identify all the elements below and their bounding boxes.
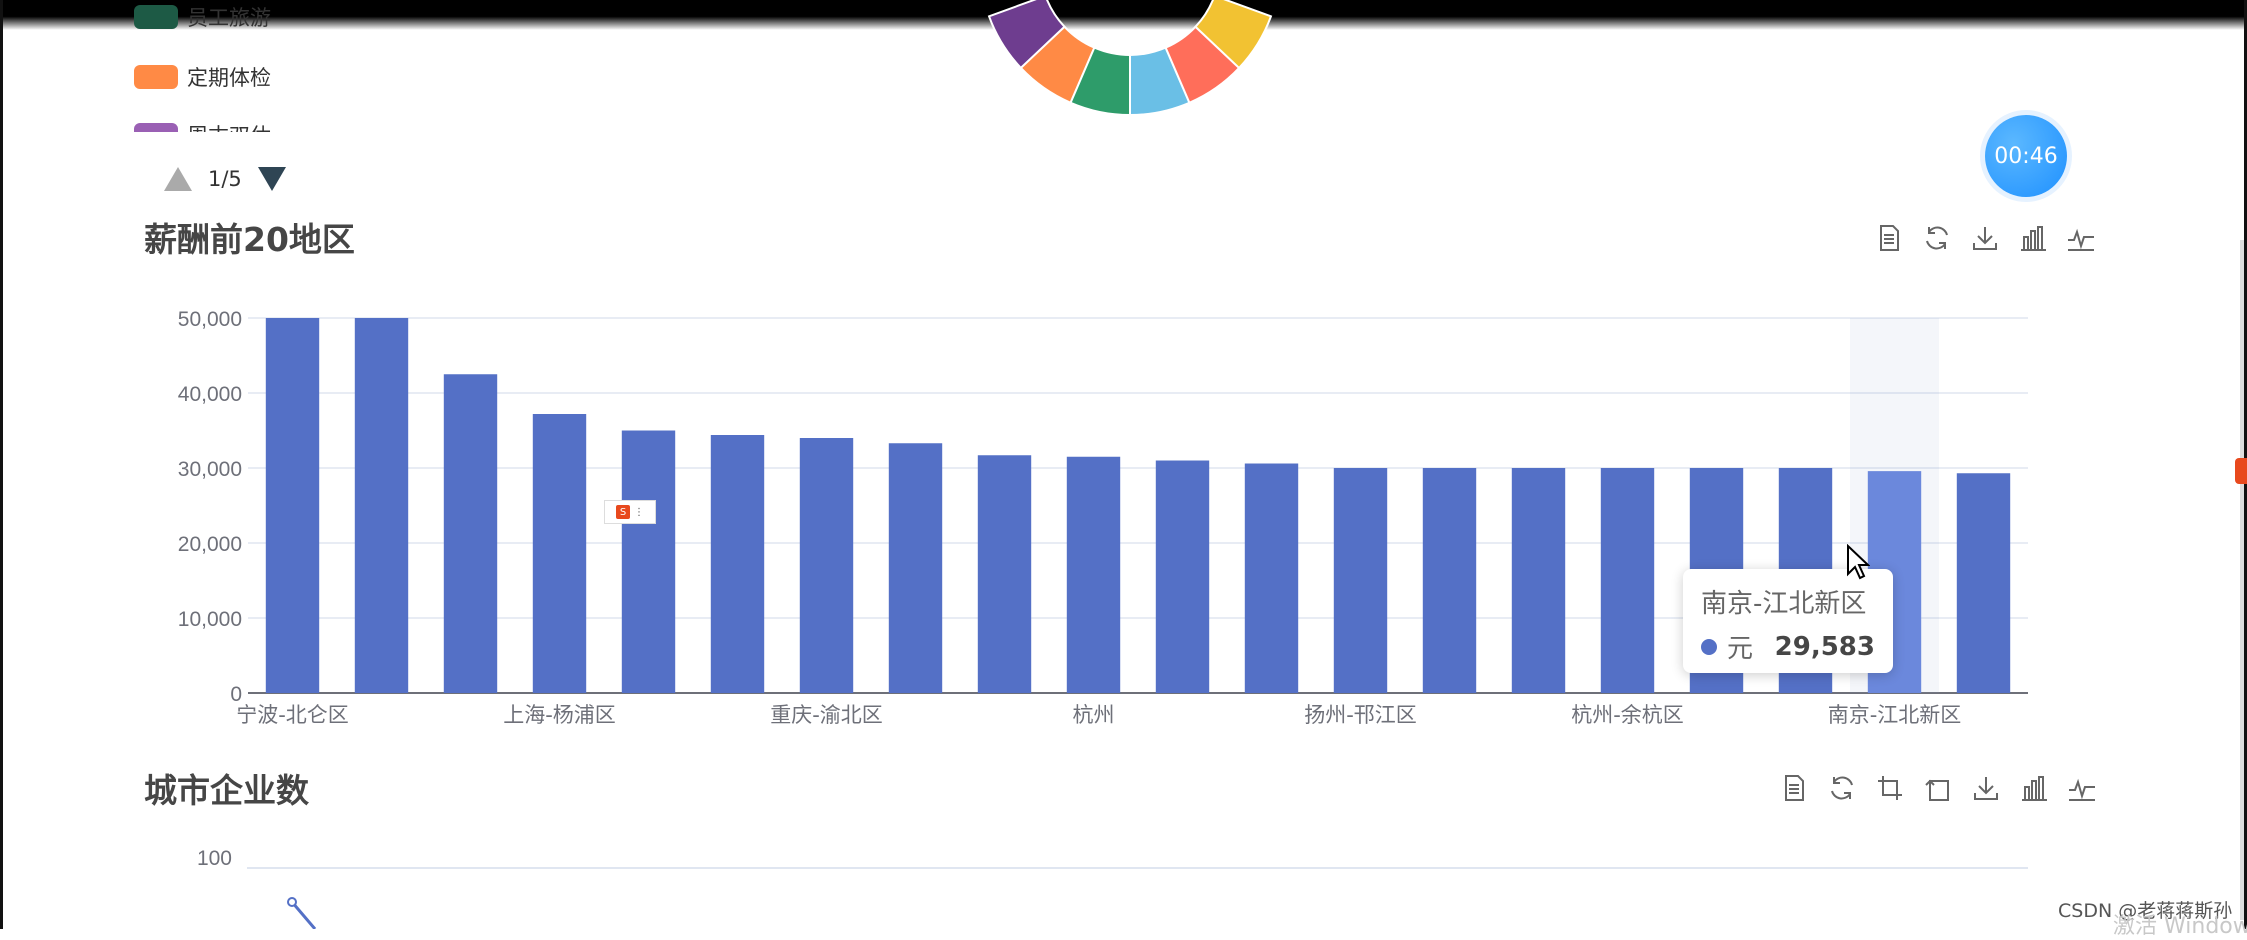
zoom-icon[interactable] <box>1875 773 1905 803</box>
donut-chart <box>987 0 1273 117</box>
x-tick-label: 杭州 <box>1073 703 1115 727</box>
ime-dots-icon: ⋮ <box>634 506 644 518</box>
legend-pager: 1/5 <box>164 164 286 194</box>
x-tick-label: 重庆-渝北区 <box>770 703 883 727</box>
bar[interactable] <box>1244 463 1299 694</box>
city-chart-toolbox <box>1779 773 2097 803</box>
line-type-icon[interactable] <box>2066 223 2096 253</box>
timer-badge[interactable]: 00:46 <box>1985 115 2067 197</box>
bar[interactable] <box>799 438 854 693</box>
legend-item[interactable]: 员工旅游 <box>134 2 271 32</box>
mouse-cursor-icon <box>1847 544 1870 580</box>
bar[interactable] <box>1600 468 1655 693</box>
page-down-icon[interactable] <box>257 167 286 191</box>
salary-chart-toolbox <box>1874 223 2096 253</box>
bar[interactable] <box>888 443 943 693</box>
left-border <box>0 0 3 929</box>
city-line-chart: 100 <box>197 847 2028 929</box>
y-tick-label: 40,000 <box>178 383 242 406</box>
activate-windows-text: 激活 Windows <box>2113 914 2247 939</box>
save-image-icon[interactable] <box>1971 773 2001 803</box>
x-tick-label: 南京-江北新区 <box>1828 703 1962 727</box>
bar[interactable] <box>977 455 1032 693</box>
bar[interactable] <box>621 430 676 694</box>
y-axis-ticks: 010,00020,00030,00040,00050,000 <box>178 308 242 706</box>
tooltip-value: 29,583 <box>1774 631 1875 662</box>
data-view-icon[interactable] <box>1874 223 1904 253</box>
x-tick-label: 宁波-北仑区 <box>236 703 349 727</box>
restore-icon[interactable] <box>1922 223 1952 253</box>
legend-label: 员工旅游 <box>187 6 271 30</box>
tooltip-series: 元 <box>1727 634 1754 664</box>
ime-toolbar[interactable]: S ⋮ <box>604 500 656 524</box>
data-point[interactable] <box>287 897 297 907</box>
bar[interactable] <box>710 435 765 693</box>
y-tick-label: 100 <box>197 847 232 870</box>
bar[interactable] <box>443 374 498 693</box>
x-tick-label: 杭州-余杭区 <box>1571 703 1684 727</box>
x-axis-ticks: 宁波-北仑区 上海-杨浦区 重庆-渝北区 杭州 扬州-邗江区 杭州-余杭区 南京-江北新区 <box>236 703 1961 727</box>
y-tick-label: 20,000 <box>178 533 242 556</box>
save-image-icon[interactable] <box>1970 223 2000 253</box>
bar[interactable] <box>1066 456 1121 693</box>
legend-swatch <box>134 123 178 132</box>
legend-swatch <box>134 5 178 29</box>
bar[interactable] <box>354 318 409 693</box>
y-tick-label: 10,000 <box>178 608 242 631</box>
bar[interactable] <box>532 414 587 693</box>
bar[interactable] <box>1333 468 1388 693</box>
restore-icon[interactable] <box>1827 773 1857 803</box>
x-tick-label: 扬州-邗江区 <box>1304 703 1417 727</box>
pie-legend: 员工旅游 定期体检 周末双休 <box>134 0 414 132</box>
legend-item[interactable]: 定期体检 <box>134 62 271 92</box>
legend-label: 周末双休 <box>187 120 271 132</box>
bar[interactable] <box>265 318 320 693</box>
legend-label: 定期体检 <box>187 66 271 90</box>
bar[interactable] <box>1956 473 2011 693</box>
bar-type-icon[interactable] <box>2019 773 2049 803</box>
legend-item[interactable]: 周末双休 <box>134 120 271 132</box>
bar[interactable] <box>1422 468 1477 693</box>
y-tick-label: 50,000 <box>178 308 242 331</box>
city-chart-title: 城市企业数 <box>144 771 309 810</box>
bar[interactable] <box>1511 468 1566 693</box>
data-view-icon[interactable] <box>1779 773 1809 803</box>
chart-tooltip: 南京-江北新区 元 29,583 <box>1683 569 1893 673</box>
tooltip-row: 元 29,583 <box>1701 628 1875 665</box>
side-float-icon[interactable] <box>2235 458 2247 484</box>
x-tick-label: 上海-杨浦区 <box>503 703 616 727</box>
scrollbar[interactable] <box>2240 240 2244 920</box>
tooltip-title: 南京-江北新区 <box>1701 589 1867 619</box>
zoom-back-icon[interactable] <box>1923 773 1953 803</box>
series-dot <box>1701 638 1717 655</box>
legend-swatch <box>134 65 178 89</box>
ime-icon: S <box>616 505 630 519</box>
bar-type-icon[interactable] <box>2018 223 2048 253</box>
line-type-icon[interactable] <box>2067 773 2097 803</box>
series-line <box>290 901 317 929</box>
y-tick-label: 30,000 <box>178 458 242 481</box>
pager-text: 1/5 <box>208 167 242 191</box>
page-up-icon[interactable] <box>164 167 192 191</box>
salary-chart-title: 薪酬前20地区 <box>144 220 355 259</box>
bar[interactable] <box>1155 460 1210 694</box>
